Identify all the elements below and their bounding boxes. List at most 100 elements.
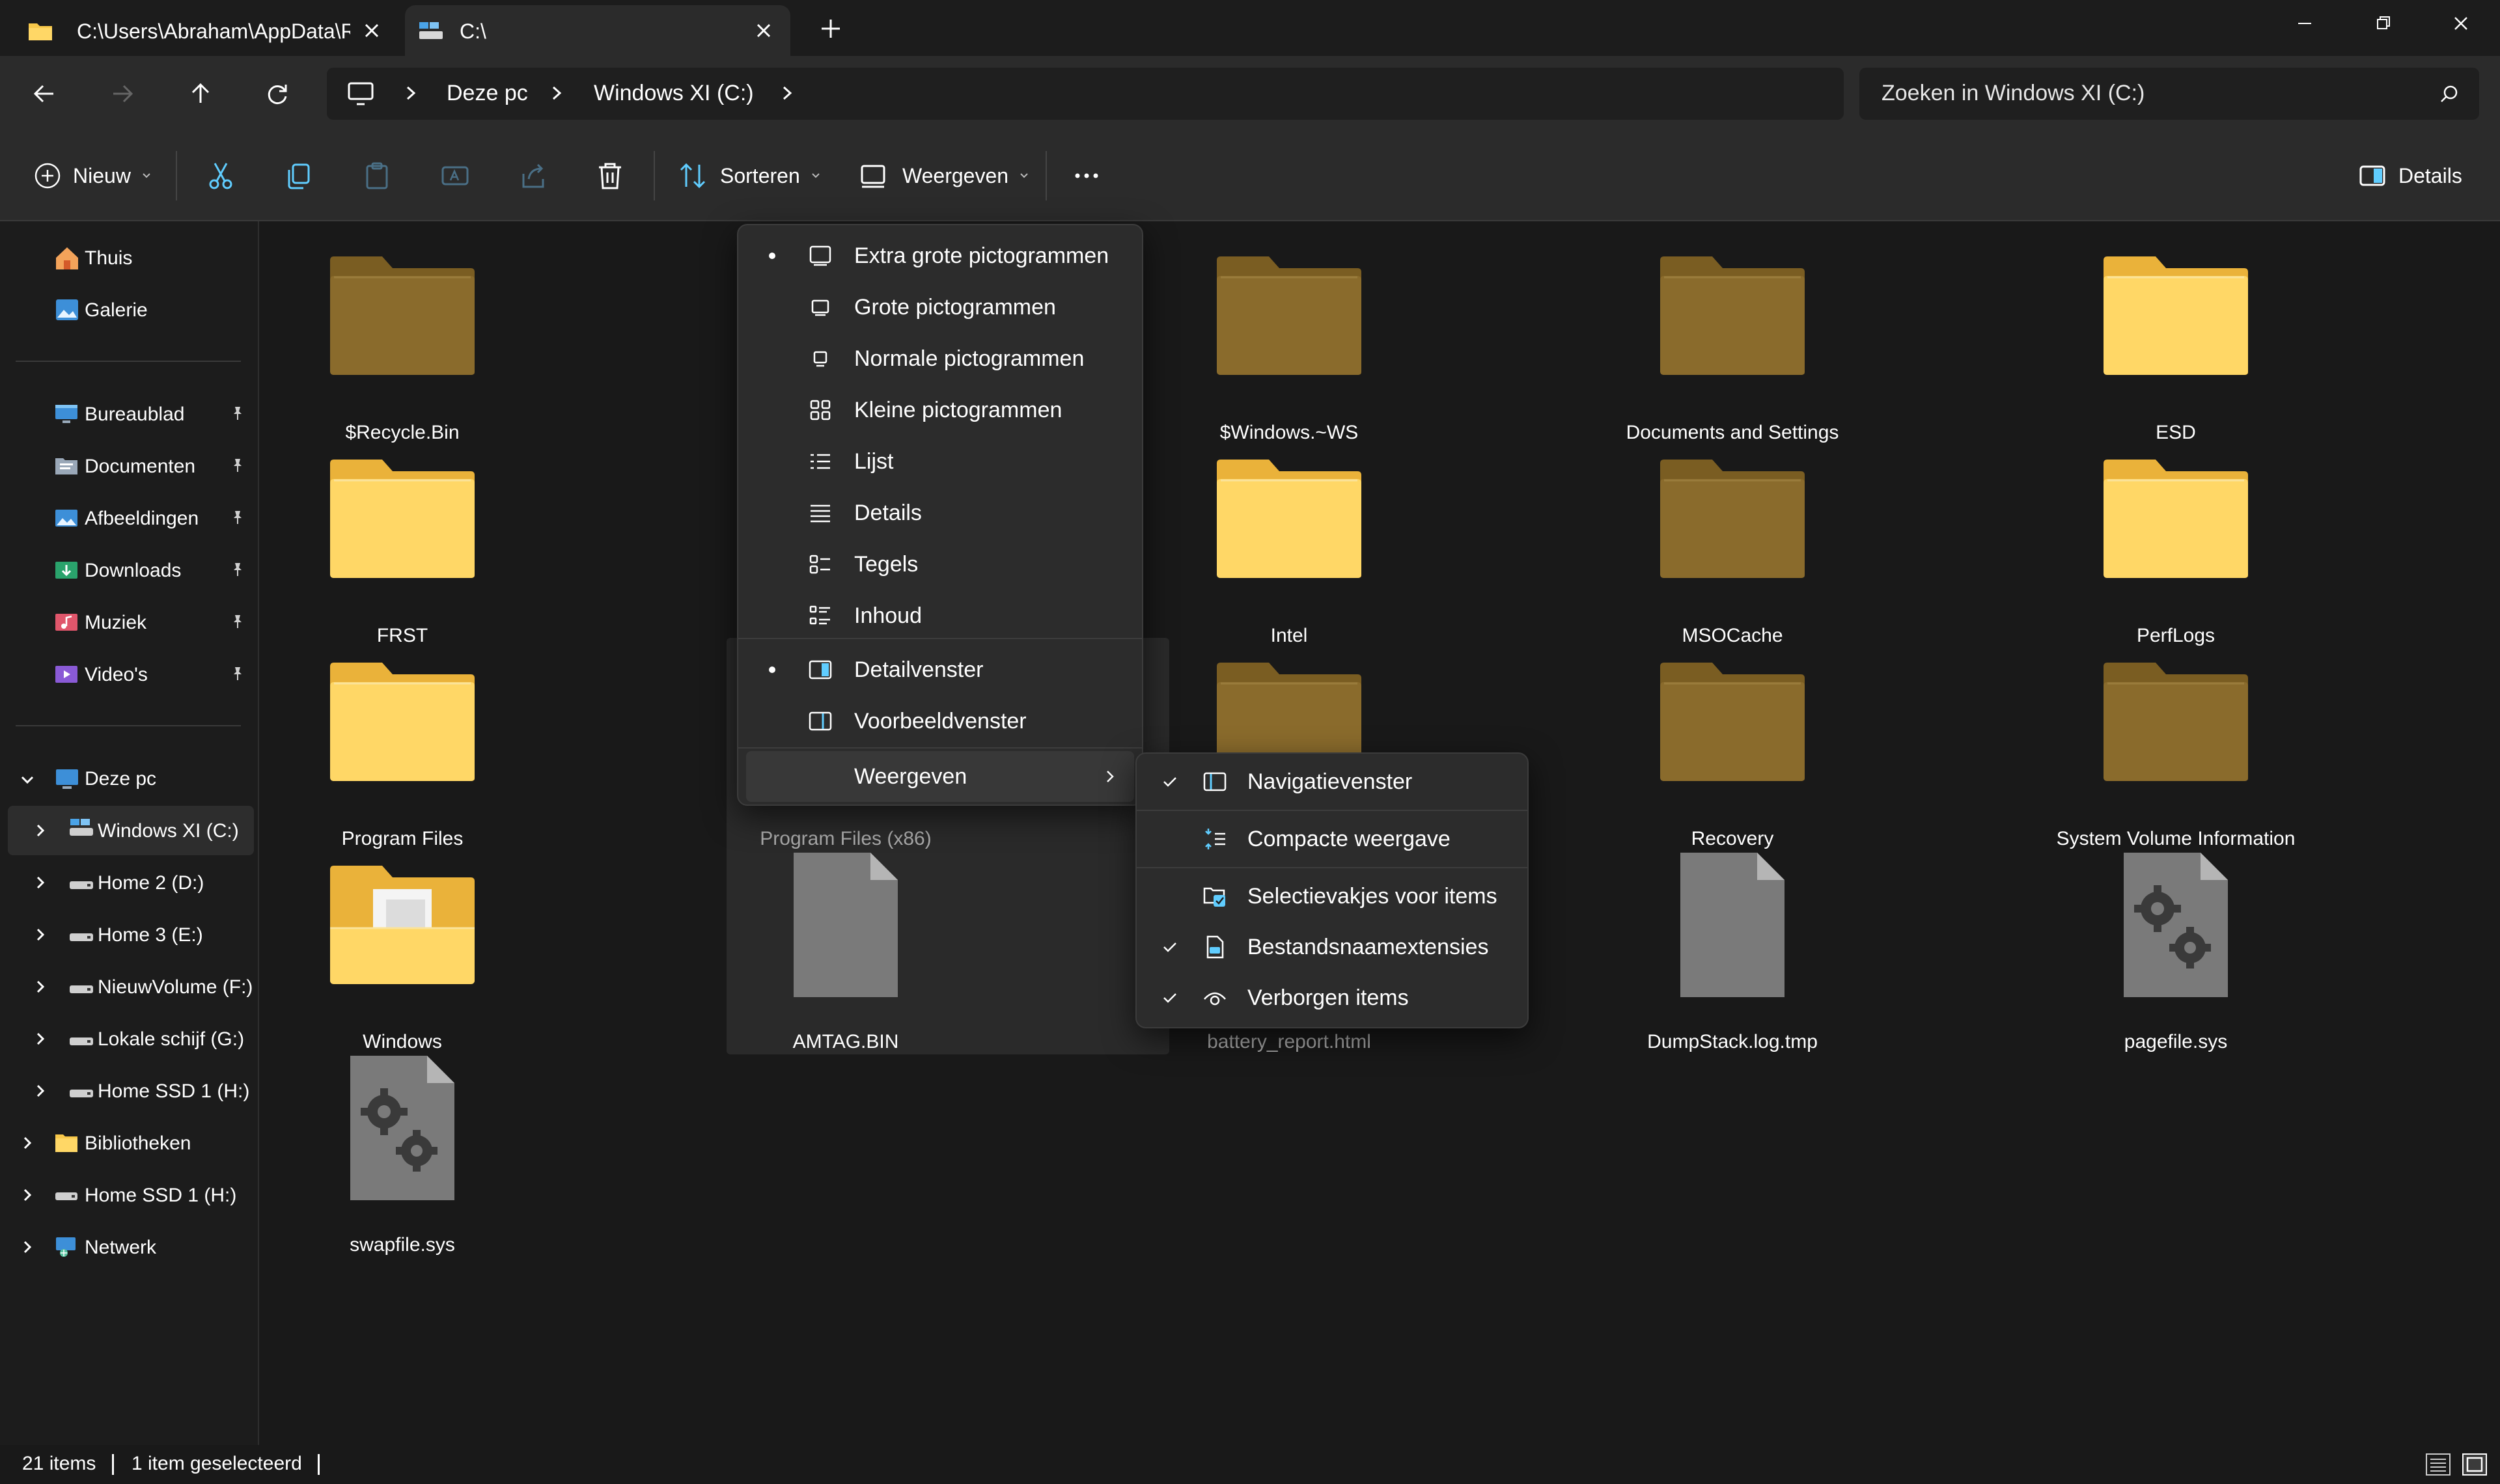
file-item[interactable]: MSOCache xyxy=(1589,444,1876,646)
view-menu-item[interactable]: Inhoud xyxy=(738,590,1142,641)
file-item[interactable]: $Recycle.Bin xyxy=(259,241,546,443)
nav-item-drive[interactable]: Home SSD 1 (H:) xyxy=(0,1170,254,1220)
refresh-icon[interactable] xyxy=(259,76,296,112)
chevron-down-icon[interactable] xyxy=(18,771,36,789)
sort-button[interactable]: Sorteren xyxy=(677,158,822,194)
show-menu-item[interactable]: Verborgen items xyxy=(1137,972,1527,1023)
file-item[interactable]: DumpStack.log.tmp xyxy=(1589,850,1876,1052)
nav-item-network[interactable]: Netwerk xyxy=(0,1222,254,1272)
chevron-right-icon[interactable] xyxy=(18,1186,36,1204)
file-item[interactable]: FRST xyxy=(259,444,546,646)
pin-icon[interactable] xyxy=(229,665,246,682)
view-menu-item[interactable]: Detailvenster xyxy=(738,644,1142,695)
show-submenu-item[interactable]: Weergeven xyxy=(746,751,1134,802)
view-menu-item[interactable]: Normale pictogrammen xyxy=(738,333,1142,384)
file-item[interactable]: Documents and Settings xyxy=(1589,241,1876,443)
new-button[interactable]: Nieuw xyxy=(33,158,153,194)
file-item[interactable]: swapfile.sys xyxy=(259,1053,546,1256)
chevron-right-icon[interactable] xyxy=(777,83,797,103)
file-item[interactable]: Recovery xyxy=(1589,647,1876,849)
new-tab-icon[interactable] xyxy=(818,16,844,42)
pin-icon[interactable] xyxy=(229,613,246,630)
chevron-right-icon[interactable] xyxy=(401,83,421,103)
view-button[interactable]: Weergeven xyxy=(858,158,1031,194)
nav-item-desktop[interactable]: Bureaublad xyxy=(0,389,254,439)
nav-item-home[interactable]: Thuis xyxy=(0,233,254,282)
nav-item-drive[interactable]: Home SSD 1 (H:) xyxy=(0,1066,254,1116)
share-icon[interactable] xyxy=(516,158,551,194)
file-item[interactable]: $Windows.~WS xyxy=(1146,241,1432,443)
view-menu-item[interactable]: Lijst xyxy=(738,436,1142,487)
file-name: ESD xyxy=(2156,422,2196,443)
paste-icon[interactable] xyxy=(359,158,395,194)
breadcrumb-this-pc[interactable]: Deze pc xyxy=(447,81,528,106)
more-options-icon[interactable] xyxy=(1070,158,1103,194)
nav-item-documents[interactable]: Documenten xyxy=(0,441,254,491)
minimize-icon[interactable] xyxy=(2292,10,2318,36)
address-bar[interactable]: Deze pc Windows XI (C:) xyxy=(327,68,1844,120)
nav-item-this-pc[interactable]: Deze pc xyxy=(0,754,254,803)
chevron-right-icon[interactable] xyxy=(18,1134,36,1152)
file-item[interactable]: Program Files xyxy=(259,647,546,849)
search-icon[interactable] xyxy=(2439,83,2461,105)
nav-item-drive[interactable]: Lokale schijf (G:) xyxy=(0,1014,254,1064)
close-tab-icon[interactable] xyxy=(361,20,383,42)
view-menu-item[interactable]: Extra grote pictogrammen xyxy=(738,230,1142,281)
nav-item-music[interactable]: Muziek xyxy=(0,598,254,647)
chevron-right-icon[interactable] xyxy=(31,873,49,892)
file-item[interactable]: Windows xyxy=(259,850,546,1052)
pin-icon[interactable] xyxy=(229,509,246,526)
copy-icon[interactable] xyxy=(281,158,316,194)
nav-item-pictures[interactable]: Afbeeldingen xyxy=(0,493,254,543)
nav-item-videos[interactable]: Video's xyxy=(0,650,254,699)
pin-icon[interactable] xyxy=(229,561,246,578)
close-window-icon[interactable] xyxy=(2448,10,2474,36)
chevron-right-icon[interactable] xyxy=(18,1238,36,1256)
show-menu-item[interactable]: Selectievakjes voor items xyxy=(1137,871,1527,922)
close-tab-icon[interactable] xyxy=(753,20,775,42)
view-menu-item[interactable]: Voorbeeldvenster xyxy=(738,696,1142,747)
show-menu-item[interactable]: Bestandsnaamextensies xyxy=(1137,922,1527,972)
nav-item-drive[interactable]: NieuwVolume (F:) xyxy=(0,962,254,1011)
chevron-right-icon[interactable] xyxy=(31,1082,49,1100)
nav-item-drive[interactable]: Home 2 (D:) xyxy=(0,858,254,907)
rename-icon[interactable] xyxy=(438,158,473,194)
show-menu-item[interactable]: Compacte weergave xyxy=(1137,814,1527,864)
forward-icon[interactable] xyxy=(104,76,141,112)
chevron-right-icon[interactable] xyxy=(31,926,49,944)
file-item[interactable]: Intel xyxy=(1146,444,1432,646)
up-icon[interactable] xyxy=(182,76,219,112)
view-menu-item[interactable]: Grote pictogrammen xyxy=(738,282,1142,333)
view-menu-item[interactable]: Tegels xyxy=(738,539,1142,590)
nav-item-downloads[interactable]: Downloads xyxy=(0,545,254,595)
pin-icon[interactable] xyxy=(229,405,246,422)
view-menu-item[interactable]: Details xyxy=(738,488,1142,538)
nav-item-drive[interactable]: Home 3 (E:) xyxy=(0,910,254,959)
details-pane-button[interactable]: Details xyxy=(2358,158,2462,194)
cut-icon[interactable] xyxy=(203,158,238,194)
tab-c-drive[interactable]: C:\ xyxy=(405,5,790,56)
nav-item-libraries[interactable]: Bibliotheken xyxy=(0,1118,254,1168)
restore-icon[interactable] xyxy=(2370,10,2396,36)
file-item[interactable]: ESD xyxy=(2033,241,2319,443)
tab-appdata[interactable]: C:\Users\Abraham\AppData\Rc xyxy=(8,5,398,56)
file-item[interactable]: System Volume Information xyxy=(2033,647,2319,849)
details-view-toggle-icon[interactable] xyxy=(2424,1451,2452,1477)
view-menu-item[interactable]: Kleine pictogrammen xyxy=(738,385,1142,435)
chevron-right-icon[interactable] xyxy=(547,83,566,103)
chevron-right-icon[interactable] xyxy=(31,821,49,840)
nav-item-drive[interactable]: Windows XI (C:) xyxy=(8,806,254,855)
pin-icon[interactable] xyxy=(229,457,246,474)
large-icons-view-toggle-icon[interactable] xyxy=(2461,1451,2488,1477)
breadcrumb-c-drive[interactable]: Windows XI (C:) xyxy=(594,81,754,106)
file-item[interactable]: pagefile.sys xyxy=(2033,850,2319,1052)
show-menu-item[interactable]: Navigatievenster xyxy=(1137,756,1527,807)
file-item[interactable]: PerfLogs xyxy=(2033,444,2319,646)
chevron-right-icon[interactable] xyxy=(31,978,49,996)
chevron-right-icon[interactable] xyxy=(31,1030,49,1048)
file-item[interactable]: AMTAG.BIN xyxy=(702,850,989,1052)
nav-item-gallery[interactable]: Galerie xyxy=(0,285,254,335)
back-icon[interactable] xyxy=(26,76,62,112)
delete-icon[interactable] xyxy=(592,158,628,194)
search-input[interactable]: Zoeken in Windows XI (C:) xyxy=(1859,68,2479,120)
